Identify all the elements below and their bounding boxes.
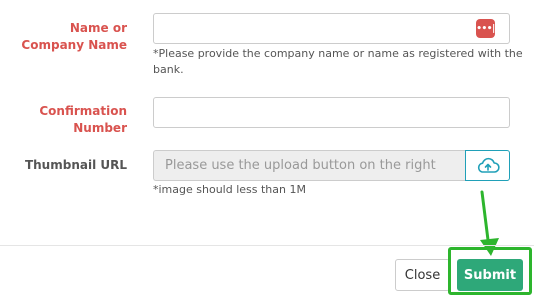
- confirmation-label: Confirmation Number: [39, 103, 127, 137]
- thumbnail-placeholder: Please use the upload button on the righ…: [165, 158, 436, 173]
- name-label-line2: Company Name: [21, 38, 127, 52]
- upload-button[interactable]: [465, 150, 510, 181]
- name-help-line2: bank.: [153, 63, 184, 76]
- thumbnail-help-text: *image should less than 1M: [153, 183, 306, 196]
- close-button[interactable]: Close: [395, 259, 450, 291]
- thumbnail-url-input: Please use the upload button on the righ…: [153, 150, 465, 181]
- name-input[interactable]: [153, 13, 510, 44]
- password-dots-icon[interactable]: •••|: [476, 19, 495, 38]
- cloud-upload-icon: [477, 157, 500, 173]
- confirmation-label-line1: Confirmation: [39, 104, 127, 118]
- thumbnail-label: Thumbnail URL: [24, 158, 127, 172]
- name-help-line1: *Please provide the company name or name…: [153, 47, 523, 60]
- confirmation-label-line2: Number: [73, 121, 127, 135]
- name-help-text: *Please provide the company name or name…: [153, 46, 523, 78]
- submit-button[interactable]: Submit: [457, 259, 523, 291]
- footer-divider: [0, 245, 534, 246]
- name-label-line1: Name or: [69, 21, 127, 35]
- confirmation-number-input[interactable]: [153, 97, 510, 128]
- name-label: Name or Company Name: [21, 20, 127, 54]
